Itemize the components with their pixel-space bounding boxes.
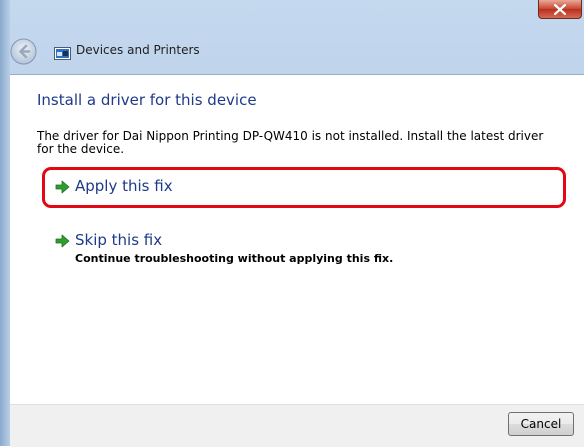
back-button[interactable]: [10, 38, 37, 65]
troubleshooter-window: Devices and Printers Install a driver fo…: [0, 0, 584, 447]
footer-bar: Cancel: [10, 404, 584, 447]
page-heading: Install a driver for this device: [37, 91, 257, 109]
cancel-button[interactable]: Cancel: [508, 412, 574, 436]
window-left-border: [0, 0, 10, 446]
close-icon: [554, 4, 566, 15]
header-bar: Devices and Printers: [10, 32, 584, 74]
content-pane: Install a driver for this device The dri…: [10, 74, 584, 405]
back-arrow-icon: [10, 38, 37, 65]
close-button[interactable]: [538, 0, 582, 19]
page-description: The driver for Dai Nippon Printing DP-QW…: [37, 129, 544, 156]
devices-and-printers-icon: [54, 45, 71, 60]
green-arrow-icon: [55, 180, 70, 194]
green-arrow-icon: [55, 234, 70, 248]
apply-fix-label: Apply this fix: [75, 177, 173, 195]
window-title: Devices and Printers: [76, 43, 200, 57]
skip-fix-label: Skip this fix: [75, 231, 163, 249]
skip-fix-description: Continue troubleshooting without applyin…: [75, 252, 394, 265]
